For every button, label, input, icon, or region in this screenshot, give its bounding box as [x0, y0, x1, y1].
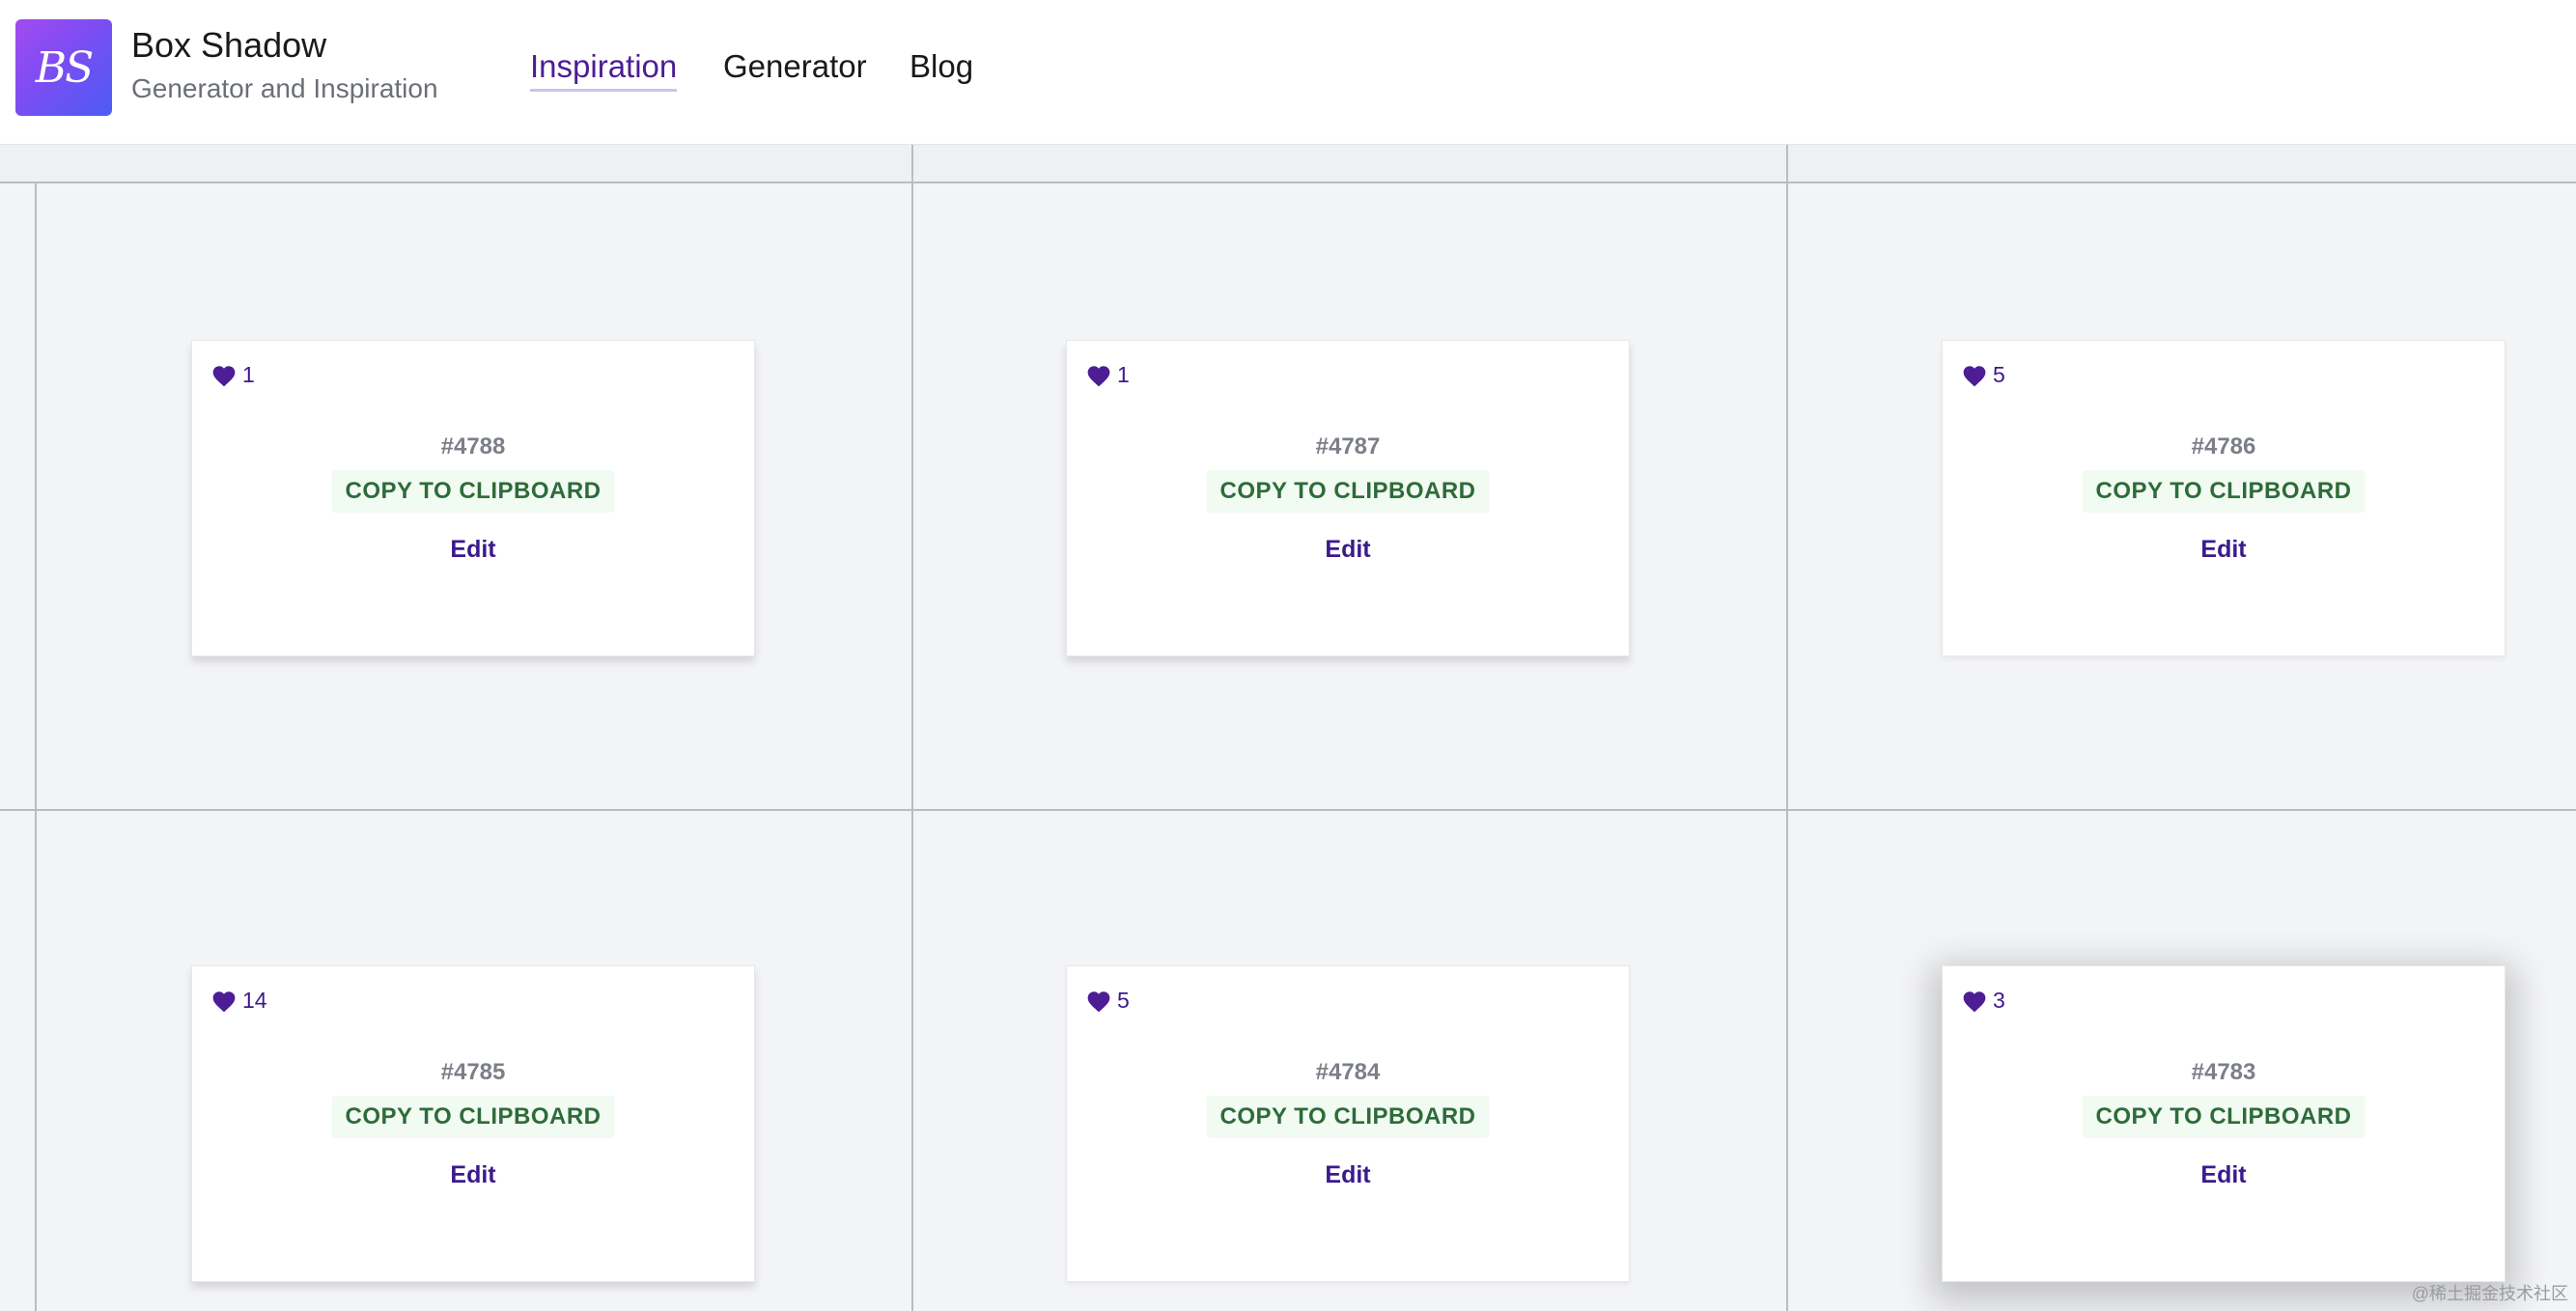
nav-generator[interactable]: Generator: [723, 48, 867, 85]
grid-top-strip: [0, 145, 2576, 183]
edit-link[interactable]: Edit: [1067, 536, 1629, 564]
grid-divider: [1786, 145, 1788, 1311]
edit-link[interactable]: Edit: [1943, 1161, 2505, 1189]
nav-blog[interactable]: Blog: [910, 48, 973, 85]
grid-divider: [0, 809, 2576, 811]
like-counter[interactable]: 1: [1086, 362, 1130, 388]
edit-link[interactable]: Edit: [1943, 536, 2505, 564]
site-header: BS Box Shadow Generator and Inspiration …: [0, 0, 2576, 145]
logo-text: BS: [35, 42, 95, 93]
like-count: 1: [242, 362, 255, 387]
card-id: #4788: [440, 433, 506, 460]
like-counter[interactable]: 14: [211, 988, 267, 1014]
shadow-card: 1 #4787 COPY TO CLIPBOARD Edit: [1066, 340, 1630, 656]
shadow-card: 5 #4786 COPY TO CLIPBOARD Edit: [1942, 340, 2506, 656]
grid-divider: [911, 145, 913, 1311]
edit-link[interactable]: Edit: [192, 1161, 754, 1189]
brand-title[interactable]: Box Shadow: [131, 25, 326, 66]
shadow-card: 5 #4784 COPY TO CLIPBOARD Edit: [1066, 965, 1630, 1282]
copy-to-clipboard-button[interactable]: COPY TO CLIPBOARD: [331, 470, 615, 513]
copy-to-clipboard-button[interactable]: COPY TO CLIPBOARD: [2082, 1096, 2366, 1138]
shadow-card: 1 #4788 COPY TO CLIPBOARD Edit: [191, 340, 755, 656]
card-id: #4784: [1315, 1059, 1381, 1085]
like-count: 1: [1117, 362, 1130, 387]
like-counter[interactable]: 1: [211, 362, 255, 388]
brand-subtitle: Generator and Inspiration: [131, 73, 438, 103]
heart-icon: [1963, 990, 1986, 1012]
card-id: #4785: [440, 1059, 506, 1085]
edit-link[interactable]: Edit: [1067, 1161, 1629, 1189]
heart-icon: [212, 990, 236, 1012]
nav-inspiration[interactable]: Inspiration: [530, 48, 678, 92]
copy-to-clipboard-button[interactable]: COPY TO CLIPBOARD: [331, 1096, 615, 1138]
card-id: #4787: [1315, 433, 1381, 460]
like-counter[interactable]: 3: [1962, 988, 2005, 1014]
watermark: @稀土掘金技术社区: [2411, 1284, 2568, 1303]
like-count: 5: [1993, 362, 2005, 387]
like-count: 5: [1117, 988, 1130, 1013]
edit-link[interactable]: Edit: [192, 536, 754, 564]
heart-icon: [212, 365, 236, 386]
card-id: #4786: [2191, 433, 2256, 460]
like-count: 3: [1993, 988, 2005, 1013]
copy-to-clipboard-button[interactable]: COPY TO CLIPBOARD: [1206, 1096, 1490, 1138]
copy-to-clipboard-button[interactable]: COPY TO CLIPBOARD: [2082, 470, 2366, 513]
card-id: #4783: [2191, 1059, 2256, 1085]
shadow-card: 14 #4785 COPY TO CLIPBOARD Edit: [191, 965, 755, 1282]
logo[interactable]: BS: [15, 19, 112, 116]
like-counter[interactable]: 5: [1086, 988, 1130, 1014]
like-count: 14: [242, 988, 267, 1013]
grid-divider: [35, 183, 37, 1311]
like-counter[interactable]: 5: [1962, 362, 2005, 388]
copy-to-clipboard-button[interactable]: COPY TO CLIPBOARD: [1206, 470, 1490, 513]
heart-icon: [1963, 365, 1986, 386]
heart-icon: [1087, 990, 1110, 1012]
heart-icon: [1087, 365, 1110, 386]
shadow-card: 3 #4783 COPY TO CLIPBOARD Edit: [1942, 965, 2506, 1282]
